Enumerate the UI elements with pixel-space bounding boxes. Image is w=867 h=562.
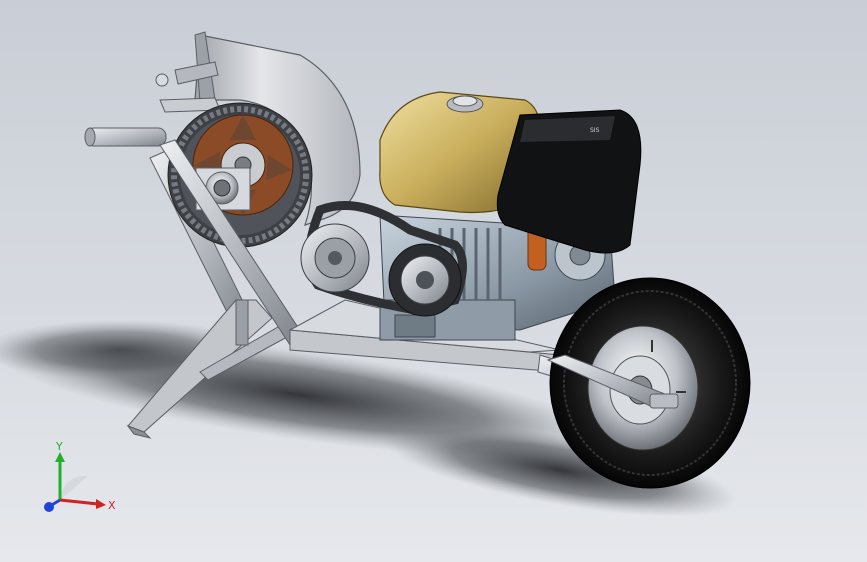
front-wheel: [549, 277, 751, 489]
y-axis-arrowhead: [55, 452, 65, 462]
engine-brand-text: SIS: [590, 127, 600, 134]
3d-graphics-viewport[interactable]: SIS Y X: [0, 0, 867, 562]
y-axis-label: Y: [55, 440, 63, 453]
triad-plane-indicator: [60, 475, 88, 500]
cad-model-scene[interactable]: SIS: [0, 0, 867, 562]
axle-stub: [84, 127, 167, 147]
orientation-triad[interactable]: Y X: [30, 440, 120, 520]
x-axis-arrow: [59, 498, 99, 506]
z-axis-arrowhead: [44, 502, 54, 512]
x-axis-arrowhead: [96, 499, 106, 509]
x-axis-label: X: [108, 499, 116, 512]
